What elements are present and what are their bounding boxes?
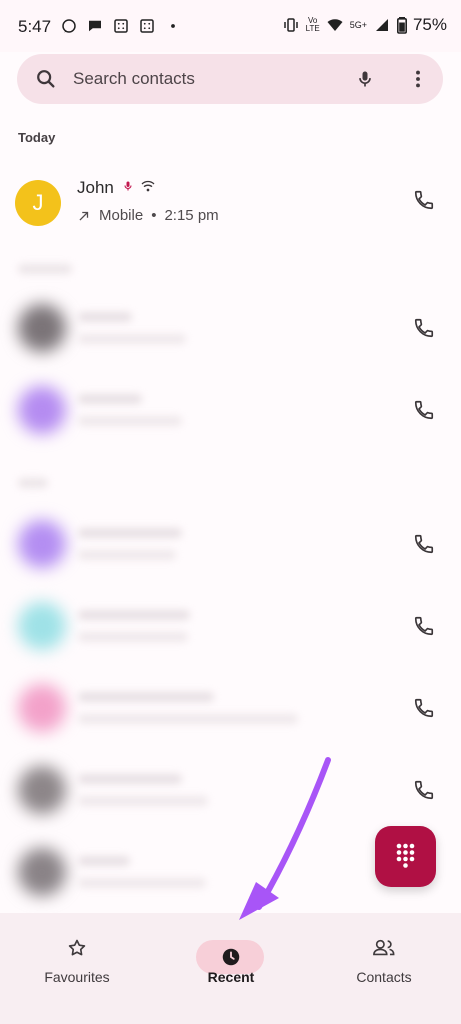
blurred-avatar (18, 684, 66, 732)
blurred-line (78, 632, 188, 642)
dialpad-icon[interactable] (375, 826, 436, 887)
call-type: Mobile (99, 207, 144, 224)
blurred-avatar (18, 766, 66, 814)
contact-name: John (77, 178, 114, 197)
blurred-line (78, 610, 190, 620)
chat-icon (89, 20, 101, 32)
microphone-icon (124, 181, 132, 191)
status-right-icons: Vo LTE 5G+ 75% (282, 15, 447, 35)
people-icon[interactable] (371, 937, 397, 959)
section-header-today: Today (18, 130, 56, 145)
blurred-line (78, 714, 298, 724)
phone-icon[interactable] (413, 533, 435, 555)
search-input[interactable]: Search contacts (73, 69, 195, 89)
blurred-line (78, 878, 206, 888)
blurred-row[interactable] (0, 294, 461, 374)
wifi-icon (327, 19, 343, 31)
network-label: 5G+ (349, 20, 367, 30)
status-bar: 5:47 Vo LTE 5G+ 75% (0, 0, 461, 52)
clock-icon[interactable] (220, 946, 242, 968)
blurred-section-header (18, 264, 72, 274)
blurred-avatar (18, 304, 66, 352)
blurred-line (78, 416, 182, 426)
search-bar[interactable]: Search contacts (17, 54, 443, 104)
blurred-row[interactable] (0, 674, 461, 754)
blurred-line (78, 528, 182, 538)
recent-call-row[interactable]: J John Mobile • 2:15 pm (0, 166, 461, 240)
phone-icon[interactable] (413, 697, 435, 719)
blurred-avatar (18, 602, 66, 650)
status-time: 5:47 (18, 17, 52, 36)
avatar-letter: J (32, 190, 44, 215)
blurred-line (78, 312, 132, 322)
whatsapp-icon (62, 19, 76, 33)
blurred-line (78, 550, 176, 560)
signal-icon (375, 19, 388, 31)
blurred-line (78, 856, 130, 866)
outgoing-call-icon (79, 211, 89, 221)
blurred-row[interactable] (0, 510, 461, 590)
blurred-section-header (18, 478, 48, 488)
blurred-line (78, 796, 208, 806)
blurred-row[interactable] (0, 756, 461, 836)
search-icon[interactable] (35, 68, 57, 90)
nav-recent[interactable]: Recent (154, 927, 308, 997)
phone-icon[interactable] (413, 189, 435, 211)
call-time: 2:15 pm (164, 207, 219, 224)
blurred-avatar (18, 520, 66, 568)
nav-favourites[interactable]: Favourites (0, 927, 154, 997)
phone-icon[interactable] (413, 615, 435, 637)
phone-icon[interactable] (413, 399, 435, 421)
nav-label-contacts[interactable]: Contacts (307, 969, 461, 985)
battery-icon (396, 17, 407, 34)
microphone-icon[interactable] (355, 66, 375, 92)
call-feature-icons (122, 178, 156, 194)
dialpad-notification-icon-2 (140, 19, 154, 33)
nav-contacts[interactable]: Contacts (307, 927, 461, 997)
nav-label-recent[interactable]: Recent (154, 969, 308, 985)
blurred-row[interactable] (0, 592, 461, 672)
volte-label: Vo LTE (305, 16, 320, 33)
more-vert-icon[interactable] (414, 68, 422, 90)
notification-icons (60, 17, 182, 35)
blurred-row[interactable] (0, 376, 461, 456)
blurred-line (78, 692, 214, 702)
phone-icon[interactable] (413, 317, 435, 339)
vibrate-icon (283, 18, 298, 32)
dot-icon (171, 24, 175, 28)
phone-icon[interactable] (413, 779, 435, 801)
battery-percent: 75% (412, 15, 447, 34)
dialpad-notification-icon (114, 19, 128, 33)
wifi-calling-icon (141, 180, 155, 192)
gesture-bar (0, 1010, 461, 1024)
blurred-line (78, 394, 142, 404)
dialpad-button[interactable] (375, 826, 436, 887)
bottom-navigation: Favourites Recent Contacts (0, 913, 461, 1024)
blurred-line (78, 774, 182, 784)
nav-label-favourites[interactable]: Favourites (0, 969, 154, 985)
call-separator: • (151, 207, 157, 224)
blurred-avatar (18, 848, 66, 896)
avatar: J (15, 180, 61, 226)
star-icon[interactable] (66, 937, 88, 959)
call-details: Mobile • 2:15 pm (77, 207, 219, 224)
blurred-line (78, 334, 186, 344)
blurred-avatar (18, 386, 66, 434)
